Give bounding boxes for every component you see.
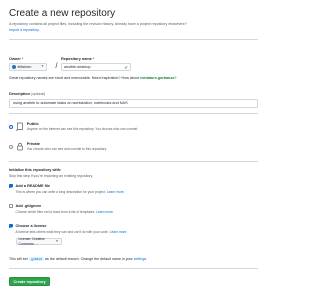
branch-note-middle: as the default branch. Change the defaul… <box>45 257 133 261</box>
private-radio[interactable] <box>9 144 14 149</box>
readme-checkbox[interactable] <box>9 184 13 189</box>
description-field: Description (optional) using ansible to … <box>9 91 258 108</box>
license-description-row: A license tells others what they can and… <box>16 230 128 234</box>
gitignore-checkbox[interactable] <box>9 204 13 209</box>
owner-value: fellsimm <box>17 64 32 69</box>
owner-repo-row: Owner * fellsimm ▼ / Repository name * a… <box>9 53 131 72</box>
create-repository-button[interactable]: Create repository <box>9 277 50 286</box>
header-divider <box>9 39 258 40</box>
visibility-public-option[interactable]: Public Anyone on the internet can see th… <box>9 121 138 131</box>
check-icon: ✓ <box>124 64 128 70</box>
gitignore-label: Add .gitignore <box>15 204 42 208</box>
visibility-private-option[interactable]: Private You choose who can see and commi… <box>9 141 107 151</box>
name-suggestion-link[interactable]: miniature-garbanzo <box>140 76 174 80</box>
description-value: using ansible to automate tasks on works… <box>13 100 128 105</box>
repository-name-field: Repository name * ansible-desktop ✓ <box>61 57 131 72</box>
initialize-hint: Skip this step if you're importing an ex… <box>9 174 94 178</box>
owner-label: Owner <box>9 57 21 61</box>
name-hint: Great repository names are short and mem… <box>9 76 176 81</box>
readme-description: This is where you can write a long descr… <box>15 190 106 194</box>
license-option: Choose a license A license tells others … <box>9 224 209 252</box>
license-learn-more-link[interactable]: Learn more. <box>110 230 128 234</box>
book-icon <box>16 122 24 131</box>
name-hint-prefix: Great repository names are short and mem… <box>9 76 141 80</box>
private-title: Private <box>26 141 41 146</box>
owner-select[interactable]: fellsimm ▼ <box>9 63 47 72</box>
lock-icon <box>17 142 24 151</box>
git-branch-icon <box>30 257 34 262</box>
visibility-divider <box>9 161 258 162</box>
public-title: Public <box>26 121 39 126</box>
page-subtitle: A repository contains all project files,… <box>9 22 187 26</box>
chevron-down-icon: ▼ <box>41 64 44 69</box>
readme-label: Add a README file <box>15 184 51 188</box>
description-input[interactable]: using ansible to automate tasks on works… <box>9 98 258 108</box>
avatar <box>12 65 16 70</box>
owner-repo-separator: / <box>55 63 58 71</box>
branch-note-prefix: This will set <box>9 257 28 261</box>
public-description: Anyone on the internet can see this repo… <box>26 126 139 131</box>
new-repository-form: Create a new repository A repository con… <box>9 6 259 32</box>
license-checkbox[interactable] <box>9 224 13 229</box>
gitignore-description-row: Choose which files not to track from a l… <box>16 210 114 214</box>
description-divider <box>9 113 258 114</box>
branch-pill: main <box>29 257 44 262</box>
initialize-heading: Initialize this repository with: <box>9 168 62 172</box>
gitignore-learn-more-link[interactable]: Learn more. <box>96 210 114 214</box>
license-description: A license tells others what they can and… <box>15 230 109 234</box>
description-optional: (optional) <box>31 92 46 96</box>
page-title: Create a new repository <box>9 8 116 19</box>
license-select-value: License: Creative Commons ... <box>18 237 45 246</box>
private-description: You choose who can see and commit to thi… <box>26 146 107 151</box>
description-label: Description <box>9 92 30 96</box>
readme-description-row: This is where you can write a long descr… <box>16 190 125 194</box>
branch-name: main <box>34 257 43 262</box>
branch-note-suffix: . <box>146 257 148 261</box>
default-branch-note: This will set main as the default branch… <box>9 257 147 262</box>
readme-option: Add a README file This is where you can … <box>9 184 209 198</box>
name-hint-suffix: ? <box>174 76 177 80</box>
settings-link[interactable]: settings <box>134 257 146 262</box>
license-select[interactable]: License: Creative Commons ... ▼ <box>15 237 62 246</box>
repository-name-value: ansible-desktop <box>64 64 91 69</box>
license-label: Choose a license <box>15 224 47 228</box>
import-repository-link[interactable]: Import a repository. <box>9 28 259 33</box>
owner-field: Owner * fellsimm ▼ <box>9 57 52 72</box>
gitignore-option: Add .gitignore Choose which files not to… <box>9 204 209 218</box>
repository-name-input[interactable]: ansible-desktop ✓ <box>61 63 131 72</box>
repository-name-label: Repository name <box>61 57 92 61</box>
readme-learn-more-link[interactable]: Learn more. <box>107 190 125 194</box>
footer-divider <box>9 268 258 269</box>
chevron-down-icon: ▼ <box>55 238 59 243</box>
public-radio[interactable] <box>9 124 14 129</box>
repository-name-required-mark: * <box>92 57 95 61</box>
gitignore-description: Choose which files not to track from a l… <box>15 210 96 214</box>
owner-required-mark: * <box>21 57 24 61</box>
